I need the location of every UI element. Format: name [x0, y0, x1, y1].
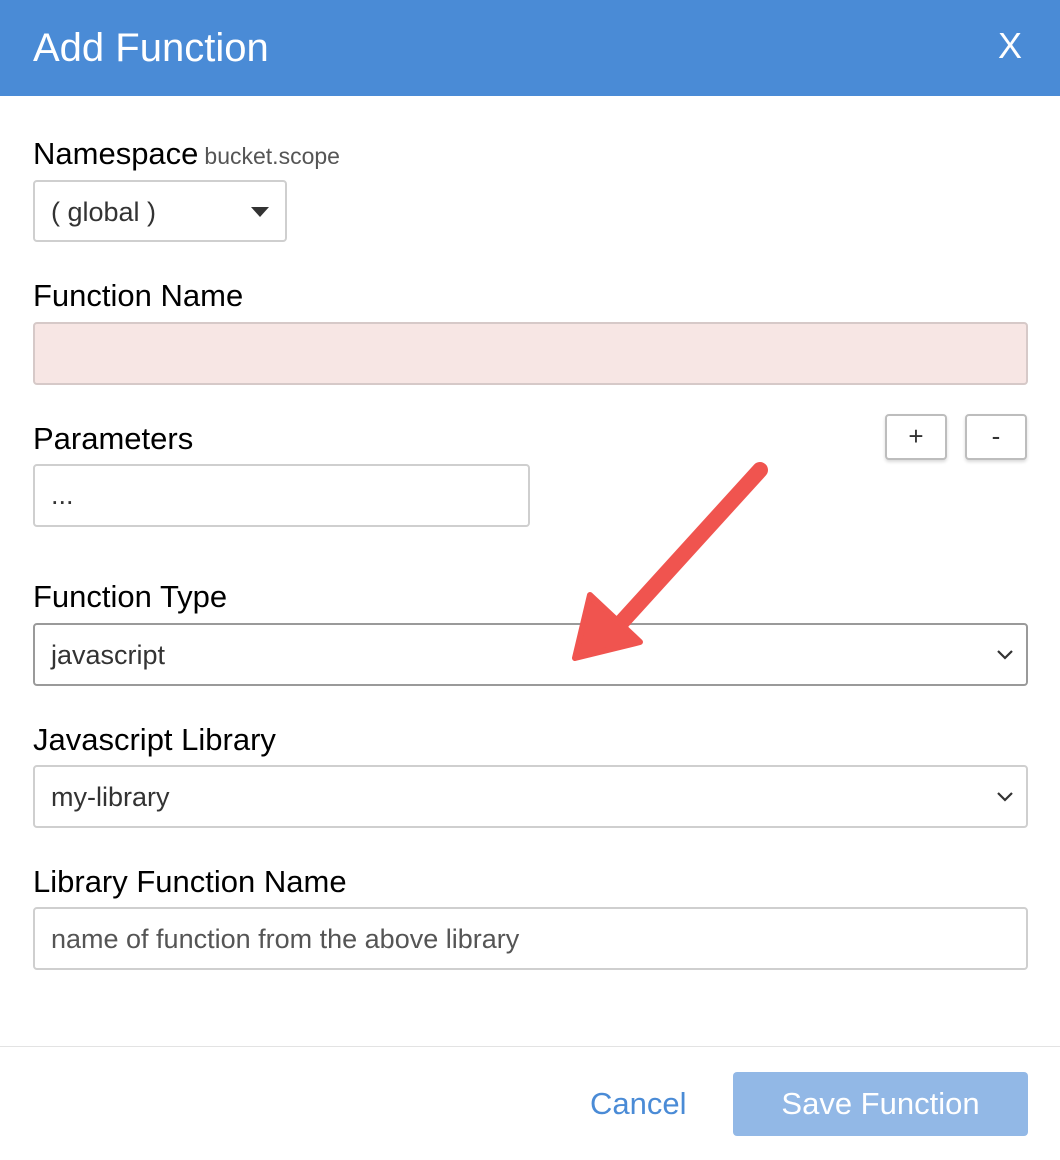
function-type-select[interactable]: javascript [33, 623, 1028, 686]
parameters-value: ... [51, 480, 74, 510]
namespace-label: Namespace bucket.scope [33, 136, 340, 172]
function-name-input[interactable] [33, 322, 1028, 385]
dialog-header: Add Function X [0, 0, 1060, 96]
namespace-hint: bucket.scope [204, 143, 340, 169]
cancel-button[interactable]: Cancel [590, 1086, 687, 1122]
namespace-selected-value: ( global ) [51, 197, 157, 227]
javascript-library-selected-value: my-library [51, 782, 170, 812]
parameters-input[interactable]: ... [33, 464, 530, 527]
add-parameter-button[interactable]: + [885, 414, 947, 460]
library-function-name-placeholder: name of function from the above library [51, 924, 520, 954]
library-function-name-input[interactable]: name of function from the above library [33, 907, 1028, 970]
footer-divider [0, 1046, 1060, 1047]
chevron-down-icon [997, 792, 1013, 802]
parameters-label: Parameters [33, 421, 194, 456]
javascript-library-select[interactable]: my-library [33, 765, 1028, 828]
javascript-library-label: Javascript Library [33, 722, 276, 757]
function-type-label: Function Type [33, 579, 228, 614]
namespace-label-text: Namespace [33, 136, 199, 171]
save-function-button[interactable]: Save Function [733, 1072, 1028, 1136]
namespace-select[interactable]: ( global ) [33, 180, 287, 242]
close-button[interactable]: X [998, 22, 1022, 70]
function-name-label: Function Name [33, 278, 244, 313]
caret-down-icon [251, 207, 269, 217]
function-type-selected-value: javascript [51, 640, 166, 670]
remove-parameter-button[interactable]: - [965, 414, 1027, 460]
library-function-name-label: Library Function Name [33, 864, 347, 899]
add-function-dialog: Add Function X Namespace bucket.scope ( g… [0, 0, 1060, 1160]
chevron-down-icon [997, 650, 1013, 660]
dialog-title: Add Function [33, 26, 269, 70]
